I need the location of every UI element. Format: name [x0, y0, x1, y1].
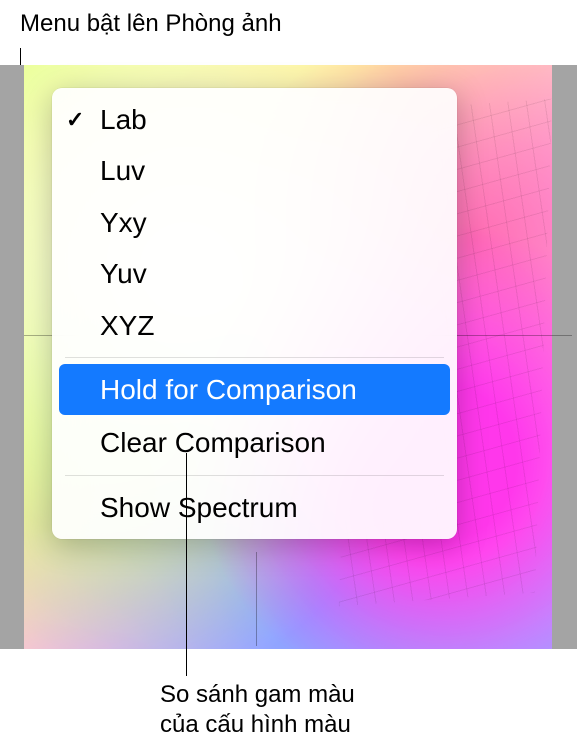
menu-item-clear-comparison[interactable]: Clear Comparison	[52, 417, 457, 468]
menu-item-yxy[interactable]: Yxy	[52, 197, 457, 248]
menu-item-label: Clear Comparison	[100, 421, 326, 464]
callout-line	[186, 453, 187, 676]
checkmark-icon: ✓	[66, 103, 84, 137]
menu-item-label: Lab	[100, 98, 147, 141]
menu-item-label: Yuv	[100, 252, 147, 295]
menu-item-yuv[interactable]: Yuv	[52, 248, 457, 299]
callout-bottom-label: So sánh gam màu của cấu hình màu	[160, 680, 355, 740]
menu-item-lab[interactable]: ✓ Lab	[52, 94, 457, 145]
menu-item-label: XYZ	[100, 304, 154, 347]
menu-item-label: Luv	[100, 149, 145, 192]
menu-item-show-spectrum[interactable]: Show Spectrum	[52, 482, 457, 533]
menu-item-label: Show Spectrum	[100, 486, 298, 529]
menu-item-label: Yxy	[100, 201, 147, 244]
menu-item-luv[interactable]: Luv	[52, 145, 457, 196]
menu-item-xyz[interactable]: XYZ	[52, 300, 457, 351]
menu-separator	[65, 475, 444, 476]
menu-item-label: Hold for Comparison	[100, 368, 357, 411]
menu-separator	[65, 357, 444, 358]
callout-top-label: Menu bật lên Phòng ảnh	[20, 10, 282, 38]
menu-item-hold-comparison[interactable]: Hold for Comparison	[59, 364, 450, 415]
gallery-popup-menu[interactable]: ✓ Lab Luv Yxy Yuv XYZ Hold for Compariso…	[52, 88, 457, 539]
axis-vertical	[256, 552, 257, 646]
